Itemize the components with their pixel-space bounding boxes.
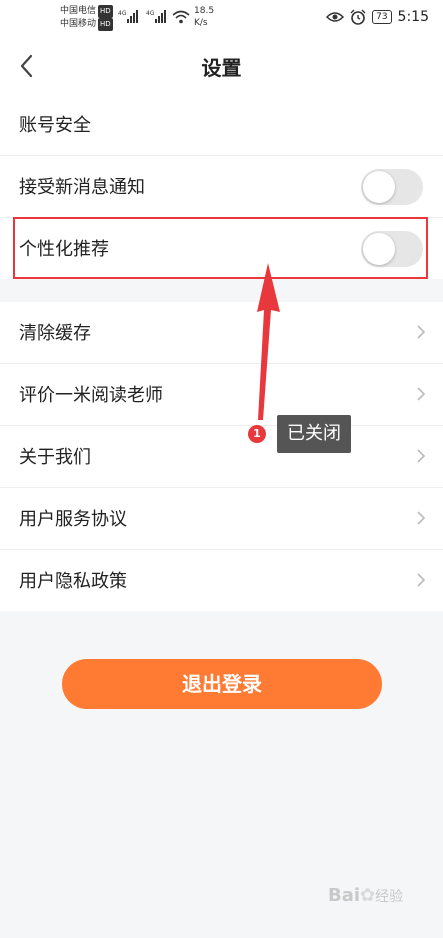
clear-cache-label: 清除缓存 (19, 323, 91, 344)
battery-icon: 73 (372, 10, 392, 24)
network-speed: 18.5 K/s (194, 5, 214, 29)
page-title: 设置 (201, 56, 242, 80)
eye-icon (326, 12, 345, 22)
privacy-policy-row[interactable]: 用户隐私政策 (0, 550, 443, 611)
chevron-right-icon (417, 387, 426, 401)
account-security-label: 账号安全 (19, 115, 91, 136)
chevron-right-icon (417, 449, 426, 463)
watermark-brand2: 经验 (375, 889, 404, 905)
carrier-1: 中国电信 (60, 6, 97, 16)
annotation-label: 已关闭 (277, 415, 351, 453)
chevron-right-icon (417, 573, 426, 587)
baidu-watermark: Bai✿经验 (328, 885, 403, 906)
hd-badge: HD (98, 5, 113, 18)
watermark-brand: Bai (328, 885, 361, 906)
highlight-box (13, 217, 428, 279)
nav-bar: 设置 (0, 38, 443, 94)
chevron-right-icon (417, 511, 426, 525)
account-security-row[interactable]: 账号安全 (0, 94, 443, 156)
service-agreement-label: 用户服务协议 (19, 509, 127, 530)
wifi-icon (172, 10, 190, 24)
chevron-right-icon (417, 325, 426, 339)
carrier-info: 中国电信 HD 中国移动 HD (60, 5, 113, 31)
status-bar: 中国电信 HD 中国移动 HD 4G 4G 18.5 K/s 73 5:15 (0, 0, 443, 38)
about-us-row[interactable]: 关于我们 (0, 426, 443, 488)
new-message-notify-toggle[interactable] (361, 169, 423, 205)
alarm-icon (350, 9, 366, 25)
rate-teacher-label: 评价一米阅读老师 (19, 385, 163, 406)
new-message-notify-label: 接受新消息通知 (19, 177, 145, 198)
logout-button[interactable]: 退出登录 (62, 659, 382, 709)
settings-group-2: 清除缓存 评价一米阅读老师 关于我们 用户服务协议 用户隐私政策 (0, 302, 443, 611)
speed-unit: K/s (194, 18, 208, 28)
annotation-badge: 1 (248, 425, 266, 443)
signal-icon: 4G (118, 10, 138, 23)
hd-badge-2: HD (98, 18, 113, 31)
paw-icon: ✿ (360, 885, 376, 906)
toggle-knob (363, 171, 395, 203)
privacy-policy-label: 用户隐私政策 (19, 571, 127, 592)
speed-value: 18.5 (194, 6, 215, 16)
status-time: 5:15 (397, 9, 429, 25)
new-message-notify-row: 接受新消息通知 (0, 156, 443, 218)
signal-icon-2: 4G (146, 10, 166, 23)
svg-text:4G: 4G (146, 10, 155, 17)
clear-cache-row[interactable]: 清除缓存 (0, 302, 443, 364)
right-status: 73 5:15 (326, 9, 429, 25)
rate-teacher-row[interactable]: 评价一米阅读老师 (0, 364, 443, 426)
service-agreement-row[interactable]: 用户服务协议 (0, 488, 443, 550)
carrier-2: 中国移动 (60, 19, 97, 29)
svg-text:4G: 4G (118, 10, 127, 17)
about-us-label: 关于我们 (19, 447, 91, 468)
